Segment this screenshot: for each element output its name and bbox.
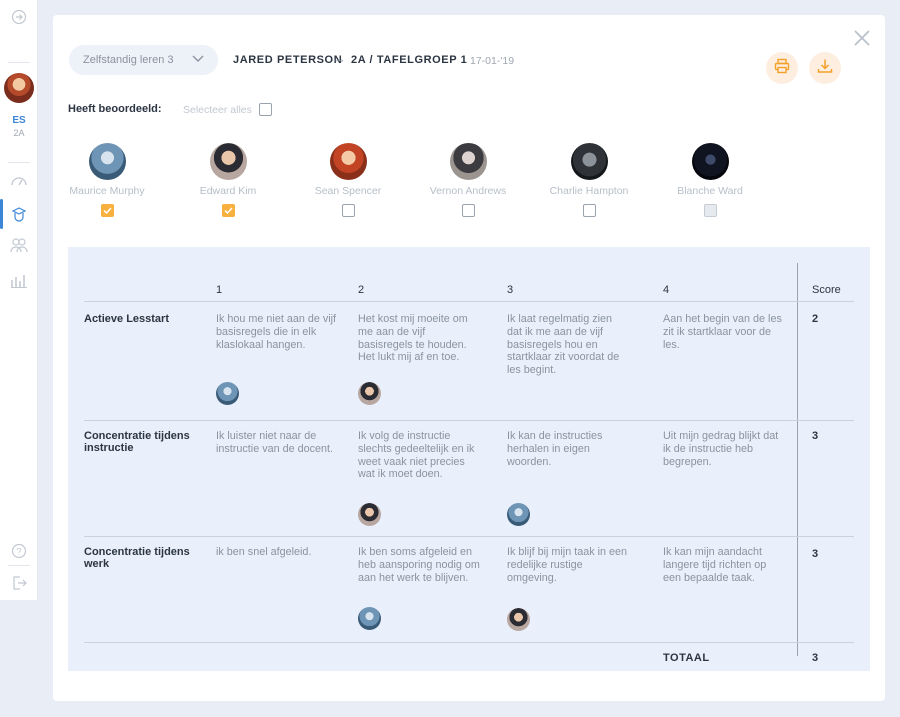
peer-edward-kim: Edward Kim [173,143,283,217]
level-description[interactable]: Ik ben soms afgeleid en heb aansporing n… [358,546,482,584]
peer-name: Charlie Hampton [549,185,629,197]
assessment-modal: Zelfstandig leren 3 JARED PETERSON → 2A … [53,15,885,701]
level-description[interactable]: Ik blijf bij mijn taak in een redelijke … [507,546,629,584]
peer-charlie-hampton: Charlie Hampton [534,143,644,217]
row-divider [84,301,854,302]
assessed-by-label: Heeft beoordeeld: [68,103,162,115]
score-header: Score [812,284,841,296]
level-description[interactable]: Ik laat regelmatig zien dat ik me aan de… [507,313,629,377]
level-header: 2 [358,284,365,296]
printer-icon [774,58,790,79]
help-icon[interactable]: ? [10,542,28,560]
level-description[interactable]: Het kost mij moeite om me aan de vijf ba… [358,313,480,364]
avatar [507,608,530,631]
row-divider [84,642,854,643]
assessment-date: 17-01-'19 [470,55,515,67]
peer-name: Edward Kim [199,185,257,197]
peer-sean-spencer: Sean Spencer [293,143,403,217]
avatar[interactable] [4,73,34,103]
criterion-label: Actieve Lesstart [84,313,169,325]
avatar [358,503,381,526]
group-name: 2A / TAFELGROEP 1 [351,54,468,66]
chevron-down-icon [192,54,204,66]
print-button[interactable] [766,52,798,84]
chart-icon[interactable] [10,271,28,289]
dashboard-icon[interactable] [10,171,28,189]
level-header: 4 [663,284,670,296]
level-description[interactable]: Ik luister niet naar de instructie van d… [216,430,340,456]
user-initials: ES [12,115,26,126]
row-divider [84,536,854,537]
total-score: 3 [812,652,819,664]
sidebar: ES 2A ? [0,0,38,600]
level-description[interactable]: ik ben snel afgeleid. [216,546,340,559]
row-score: 2 [812,313,819,325]
user-class: 2A [13,128,25,138]
forward-icon[interactable] [10,8,28,26]
active-indicator [0,199,3,229]
rubric-select-value: Zelfstandig leren 3 [83,54,174,66]
svg-text:?: ? [16,547,21,557]
avatar [358,607,381,630]
criterion-label: Concentratie tijdens instructie [84,430,190,454]
download-icon [817,58,833,79]
student-name: JARED PETERSON [233,54,343,66]
peer-checkbox[interactable] [341,204,355,217]
peer-vernon-andrews: Vernon Andrews [413,143,523,217]
peer-checkbox[interactable] [221,204,235,217]
level-description[interactable]: Ik kan de instructies herhalen in eigen … [507,430,629,468]
group-icon[interactable] [10,236,28,254]
level-header: 3 [507,284,514,296]
avatar [691,143,729,180]
row-divider [84,420,854,421]
peer-name: Maurice Murphy [69,185,145,197]
peer-blanche-ward: Blanche Ward [655,143,765,217]
total-label: TOTAAL [663,652,710,664]
avatar [358,382,381,405]
rubric-table: 1 2 3 4 Score Actieve Lesstart Ik hou me… [68,247,870,671]
peer-checkbox[interactable] [100,204,114,217]
peer-checkbox[interactable] [461,204,475,217]
avatar [216,382,239,405]
close-icon[interactable] [853,29,871,47]
level-description[interactable]: Ik hou me niet aan de vijf basisregels d… [216,313,340,351]
peer-name: Blanche Ward [677,185,743,197]
peer-name: Sean Spencer [314,185,382,197]
sidebar-divider [8,565,30,566]
score-column-divider [797,263,798,656]
criterion-label: Concentratie tijdens werk [84,546,190,570]
logout-icon[interactable] [10,574,28,592]
row-score: 3 [812,548,819,560]
sidebar-divider [8,62,30,63]
select-all-checkbox[interactable] [259,103,272,116]
peer-checkbox[interactable] [582,204,596,217]
level-description[interactable]: Ik kan mijn aandacht langere tijd richte… [663,546,785,584]
rubric-select[interactable]: Zelfstandig leren 3 [69,45,218,75]
student-icon[interactable] [10,205,28,223]
level-header: 1 [216,284,223,296]
avatar [449,143,487,180]
level-description[interactable]: Ik volg de instructie slechts gedeelteli… [358,430,482,481]
peer-checkbox [703,204,717,217]
avatar [209,143,247,180]
download-button[interactable] [809,52,841,84]
avatar [507,503,530,526]
avatar [570,143,608,180]
peer-name: Vernon Andrews [429,185,507,197]
avatar [329,143,367,180]
level-description[interactable]: Uit mijn gedrag blijkt dat ik de instruc… [663,430,785,468]
sidebar-divider [8,162,30,163]
avatar [88,143,126,180]
select-all-label[interactable]: Selecteer alles [183,104,252,116]
level-description[interactable]: Aan het begin van de les zit ik startkla… [663,313,785,351]
row-score: 3 [812,430,819,442]
peer-maurice-murphy: Maurice Murphy [52,143,162,217]
arrow-right-icon: → [333,51,346,66]
